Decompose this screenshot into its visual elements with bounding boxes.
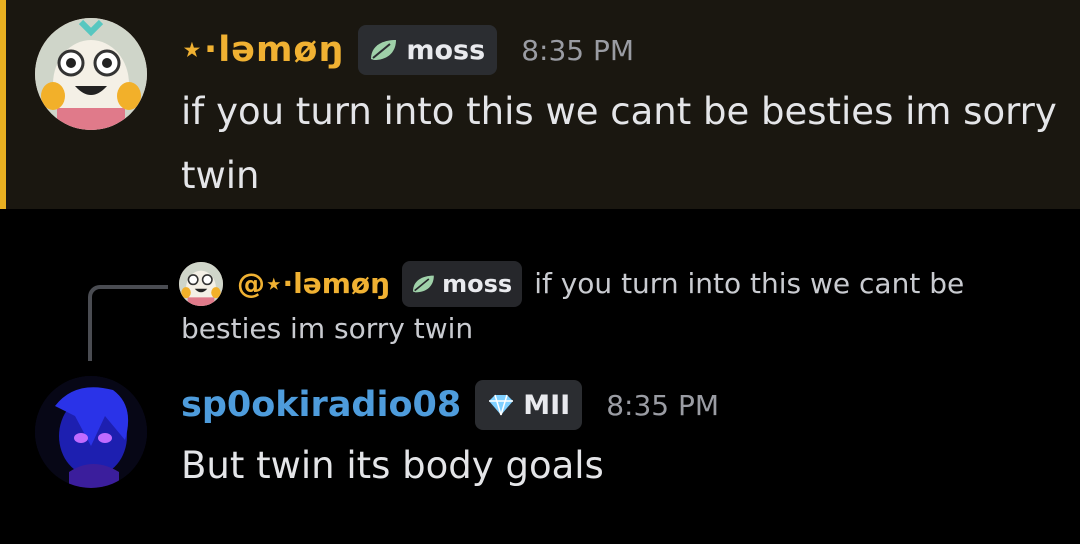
message2-header: sp0okiradio08 MII 8:35 PM xyxy=(181,378,719,432)
avatar-spook[interactable] xyxy=(35,376,147,488)
mention-accent-bar xyxy=(0,0,6,209)
server-tag-mii[interactable]: MII xyxy=(475,380,583,430)
server-tag-moss[interactable]: moss xyxy=(358,25,498,75)
avatar-lemon[interactable] xyxy=(35,18,147,130)
timestamp: 8:35 PM xyxy=(606,388,720,422)
username-lemon[interactable]: ⋆·ləmøŋ xyxy=(181,32,344,68)
timestamp: 8:35 PM xyxy=(521,33,635,67)
message2-text: But twin its body goals xyxy=(181,444,604,487)
server-tag-label: MII xyxy=(523,389,571,421)
message1-text: if you turn into this we cant be besties… xyxy=(181,90,1057,197)
reply-tag-label: moss xyxy=(442,270,513,298)
reply-connector xyxy=(88,285,168,361)
reply-server-tag-moss[interactable]: moss xyxy=(402,261,523,307)
leaf-icon xyxy=(410,274,436,294)
server-tag-label: moss xyxy=(406,34,486,66)
reply-text-line1: if you turn into this we cant be xyxy=(534,267,965,300)
username-spook[interactable]: sp0okiradio08 xyxy=(181,387,461,423)
diamond-icon xyxy=(487,393,515,417)
message1-header: ⋆·ləmøŋ moss 8:35 PM xyxy=(181,24,634,76)
reply-preview[interactable]: @⋆·ləmøŋ moss if you turn into this we c… xyxy=(181,258,1001,352)
reply-mention[interactable]: @⋆·ləmøŋ xyxy=(237,261,390,307)
leaf-icon xyxy=(368,38,398,62)
reply-text-line2: besties im sorry twin xyxy=(181,312,474,345)
